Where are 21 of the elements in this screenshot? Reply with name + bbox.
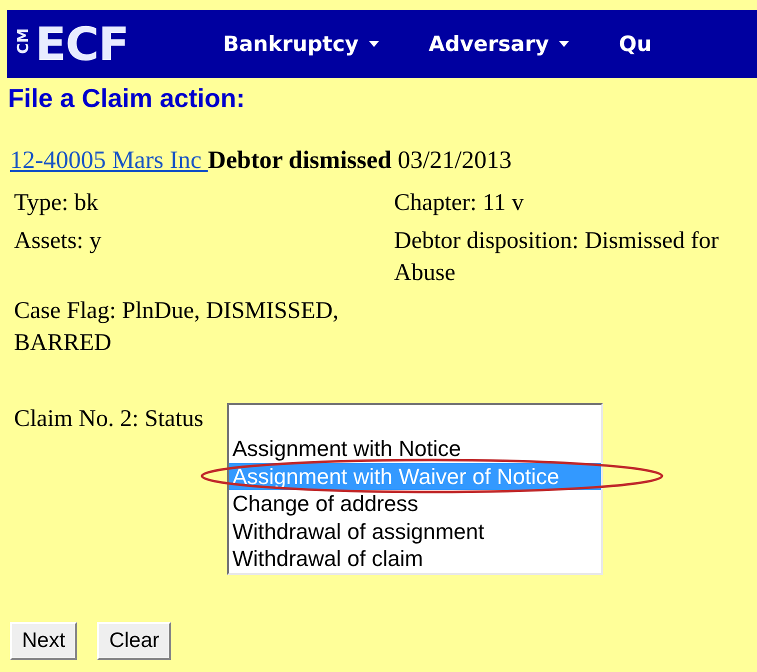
field-label: Claim No. 2: Status xyxy=(14,405,204,434)
case-status: Debtor dismissed xyxy=(208,147,392,174)
case-detail: Assets: y xyxy=(14,228,102,254)
form-button[interactable]: Clear xyxy=(97,622,172,660)
list-option[interactable]: Withdrawal of claim xyxy=(229,545,602,572)
list-option[interactable]: Assignment with Notice xyxy=(229,435,602,462)
list-option[interactable]: Withdrawal of assignment xyxy=(229,518,602,545)
case-link[interactable]: 12-40005 Mars Inc xyxy=(10,147,208,174)
status-listbox[interactable]: Assignment with Notice Assignment with Waiver of Notice Change of address Withdrawal of assignment Withdrawal of claim xyxy=(227,403,604,575)
menu-item[interactable]: Qu xyxy=(618,32,652,56)
case-date: 03/21/2013 xyxy=(398,147,512,174)
form-button[interactable]: Next xyxy=(10,622,78,660)
page-title: File a Claim action: xyxy=(8,82,246,115)
case-detail: Chapter: 11 v xyxy=(394,190,524,216)
case-detail: Type: bk xyxy=(14,190,98,216)
menu-item[interactable]: Bankruptcy xyxy=(223,32,379,56)
list-option[interactable]: Change of address xyxy=(229,490,602,518)
menu-item[interactable]: Adversary xyxy=(428,32,569,56)
case-detail: Debtor disposition: Dismissed for Abuse xyxy=(394,228,719,286)
case-detail: Case Flag: PlnDue, DISMISSED, BARRED xyxy=(14,298,339,356)
logo: CM ECF xyxy=(13,17,130,71)
